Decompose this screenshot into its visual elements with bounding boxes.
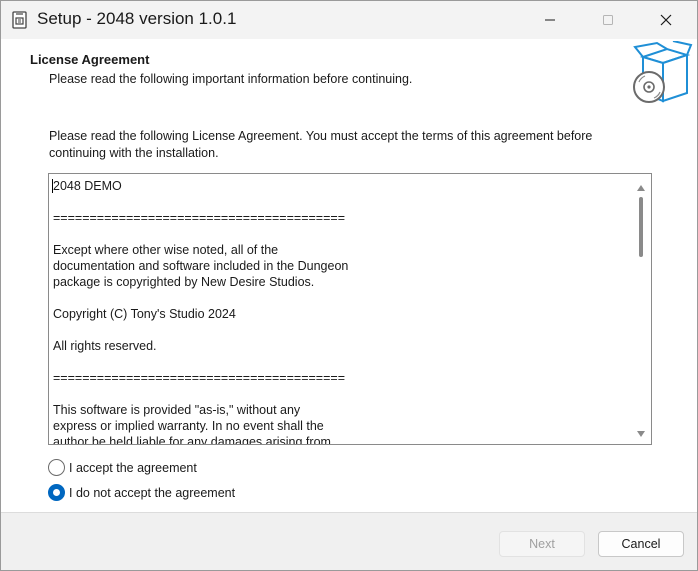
- instructions-line-1: Please read the following License Agreem…: [49, 129, 593, 143]
- window-title: Setup - 2048 version 1.0.1: [37, 9, 237, 28]
- minimize-icon: [545, 19, 555, 21]
- license-line: [53, 194, 628, 210]
- next-button[interactable]: Next: [499, 531, 585, 557]
- wizard-header: License Agreement Please read the follow…: [1, 39, 697, 113]
- cancel-button[interactable]: Cancel: [598, 531, 684, 557]
- license-line: ========================================: [53, 371, 345, 385]
- accept-label[interactable]: I accept the agreement: [69, 461, 197, 475]
- setup-window: Setup - 2048 version 1.0.1 License Agree…: [0, 0, 698, 571]
- minimize-button[interactable]: [527, 1, 573, 39]
- license-line: This software is provided "as-is," witho…: [53, 403, 301, 417]
- license-line: ========================================: [53, 211, 345, 225]
- scroll-down-icon[interactable]: [636, 427, 646, 441]
- license-line: 2048 DEMO: [53, 179, 122, 193]
- license-line: package is copyrighted by New Desire Stu…: [53, 275, 315, 289]
- license-line: [53, 322, 628, 338]
- accept-option[interactable]: I accept the agreement: [48, 459, 197, 476]
- license-line: author be held liable for any damages ar…: [53, 435, 331, 445]
- title-bar[interactable]: Setup - 2048 version 1.0.1: [1, 1, 697, 39]
- close-button[interactable]: [643, 1, 689, 39]
- license-line: [53, 386, 628, 402]
- license-line: [53, 290, 628, 306]
- maximize-icon: [603, 15, 613, 25]
- scroll-up-icon[interactable]: [636, 181, 646, 195]
- license-line: documentation and software included in t…: [53, 259, 349, 273]
- license-line: [53, 354, 628, 370]
- license-line: [53, 226, 628, 242]
- close-icon: [660, 14, 672, 26]
- instructions-line-2: continuing with the installation.: [49, 146, 219, 160]
- decline-label[interactable]: I do not accept the agreement: [69, 486, 235, 500]
- accept-radio[interactable]: [48, 459, 65, 476]
- page-subtitle: Please read the following important info…: [49, 72, 413, 86]
- page-title: License Agreement: [30, 52, 150, 67]
- license-line: Except where other wise noted, all of th…: [53, 243, 279, 257]
- license-text-area[interactable]: 2048 DEMO ===============================…: [48, 173, 652, 445]
- license-text: 2048 DEMO ===============================…: [53, 178, 628, 445]
- license-scrollbar[interactable]: [631, 174, 651, 444]
- setup-box-icon: [629, 40, 693, 105]
- decline-option[interactable]: I do not accept the agreement: [48, 484, 235, 501]
- decline-radio[interactable]: [48, 484, 65, 501]
- scrollbar-thumb[interactable]: [639, 197, 643, 257]
- installer-app-icon: [12, 11, 28, 29]
- maximize-button[interactable]: [585, 1, 631, 39]
- license-instructions: Please read the following License Agreem…: [49, 128, 639, 162]
- wizard-footer: Next Cancel: [1, 512, 697, 570]
- license-line: All rights reserved.: [53, 339, 157, 353]
- license-line: Copyright (C) Tony's Studio 2024: [53, 307, 236, 321]
- license-line: express or implied warranty. In no event…: [53, 419, 324, 433]
